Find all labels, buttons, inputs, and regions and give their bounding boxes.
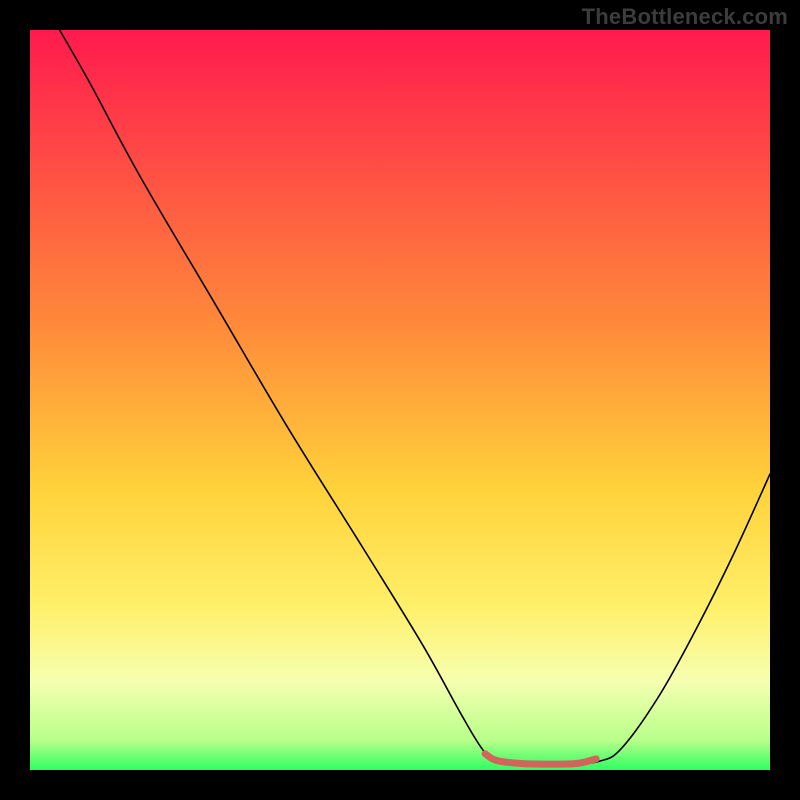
chart-svg [30,30,770,770]
chart-frame: TheBottleneck.com [0,0,800,800]
chart-background [30,30,770,770]
chart-plot-area [30,30,770,770]
watermark-label: TheBottleneck.com [582,4,788,30]
